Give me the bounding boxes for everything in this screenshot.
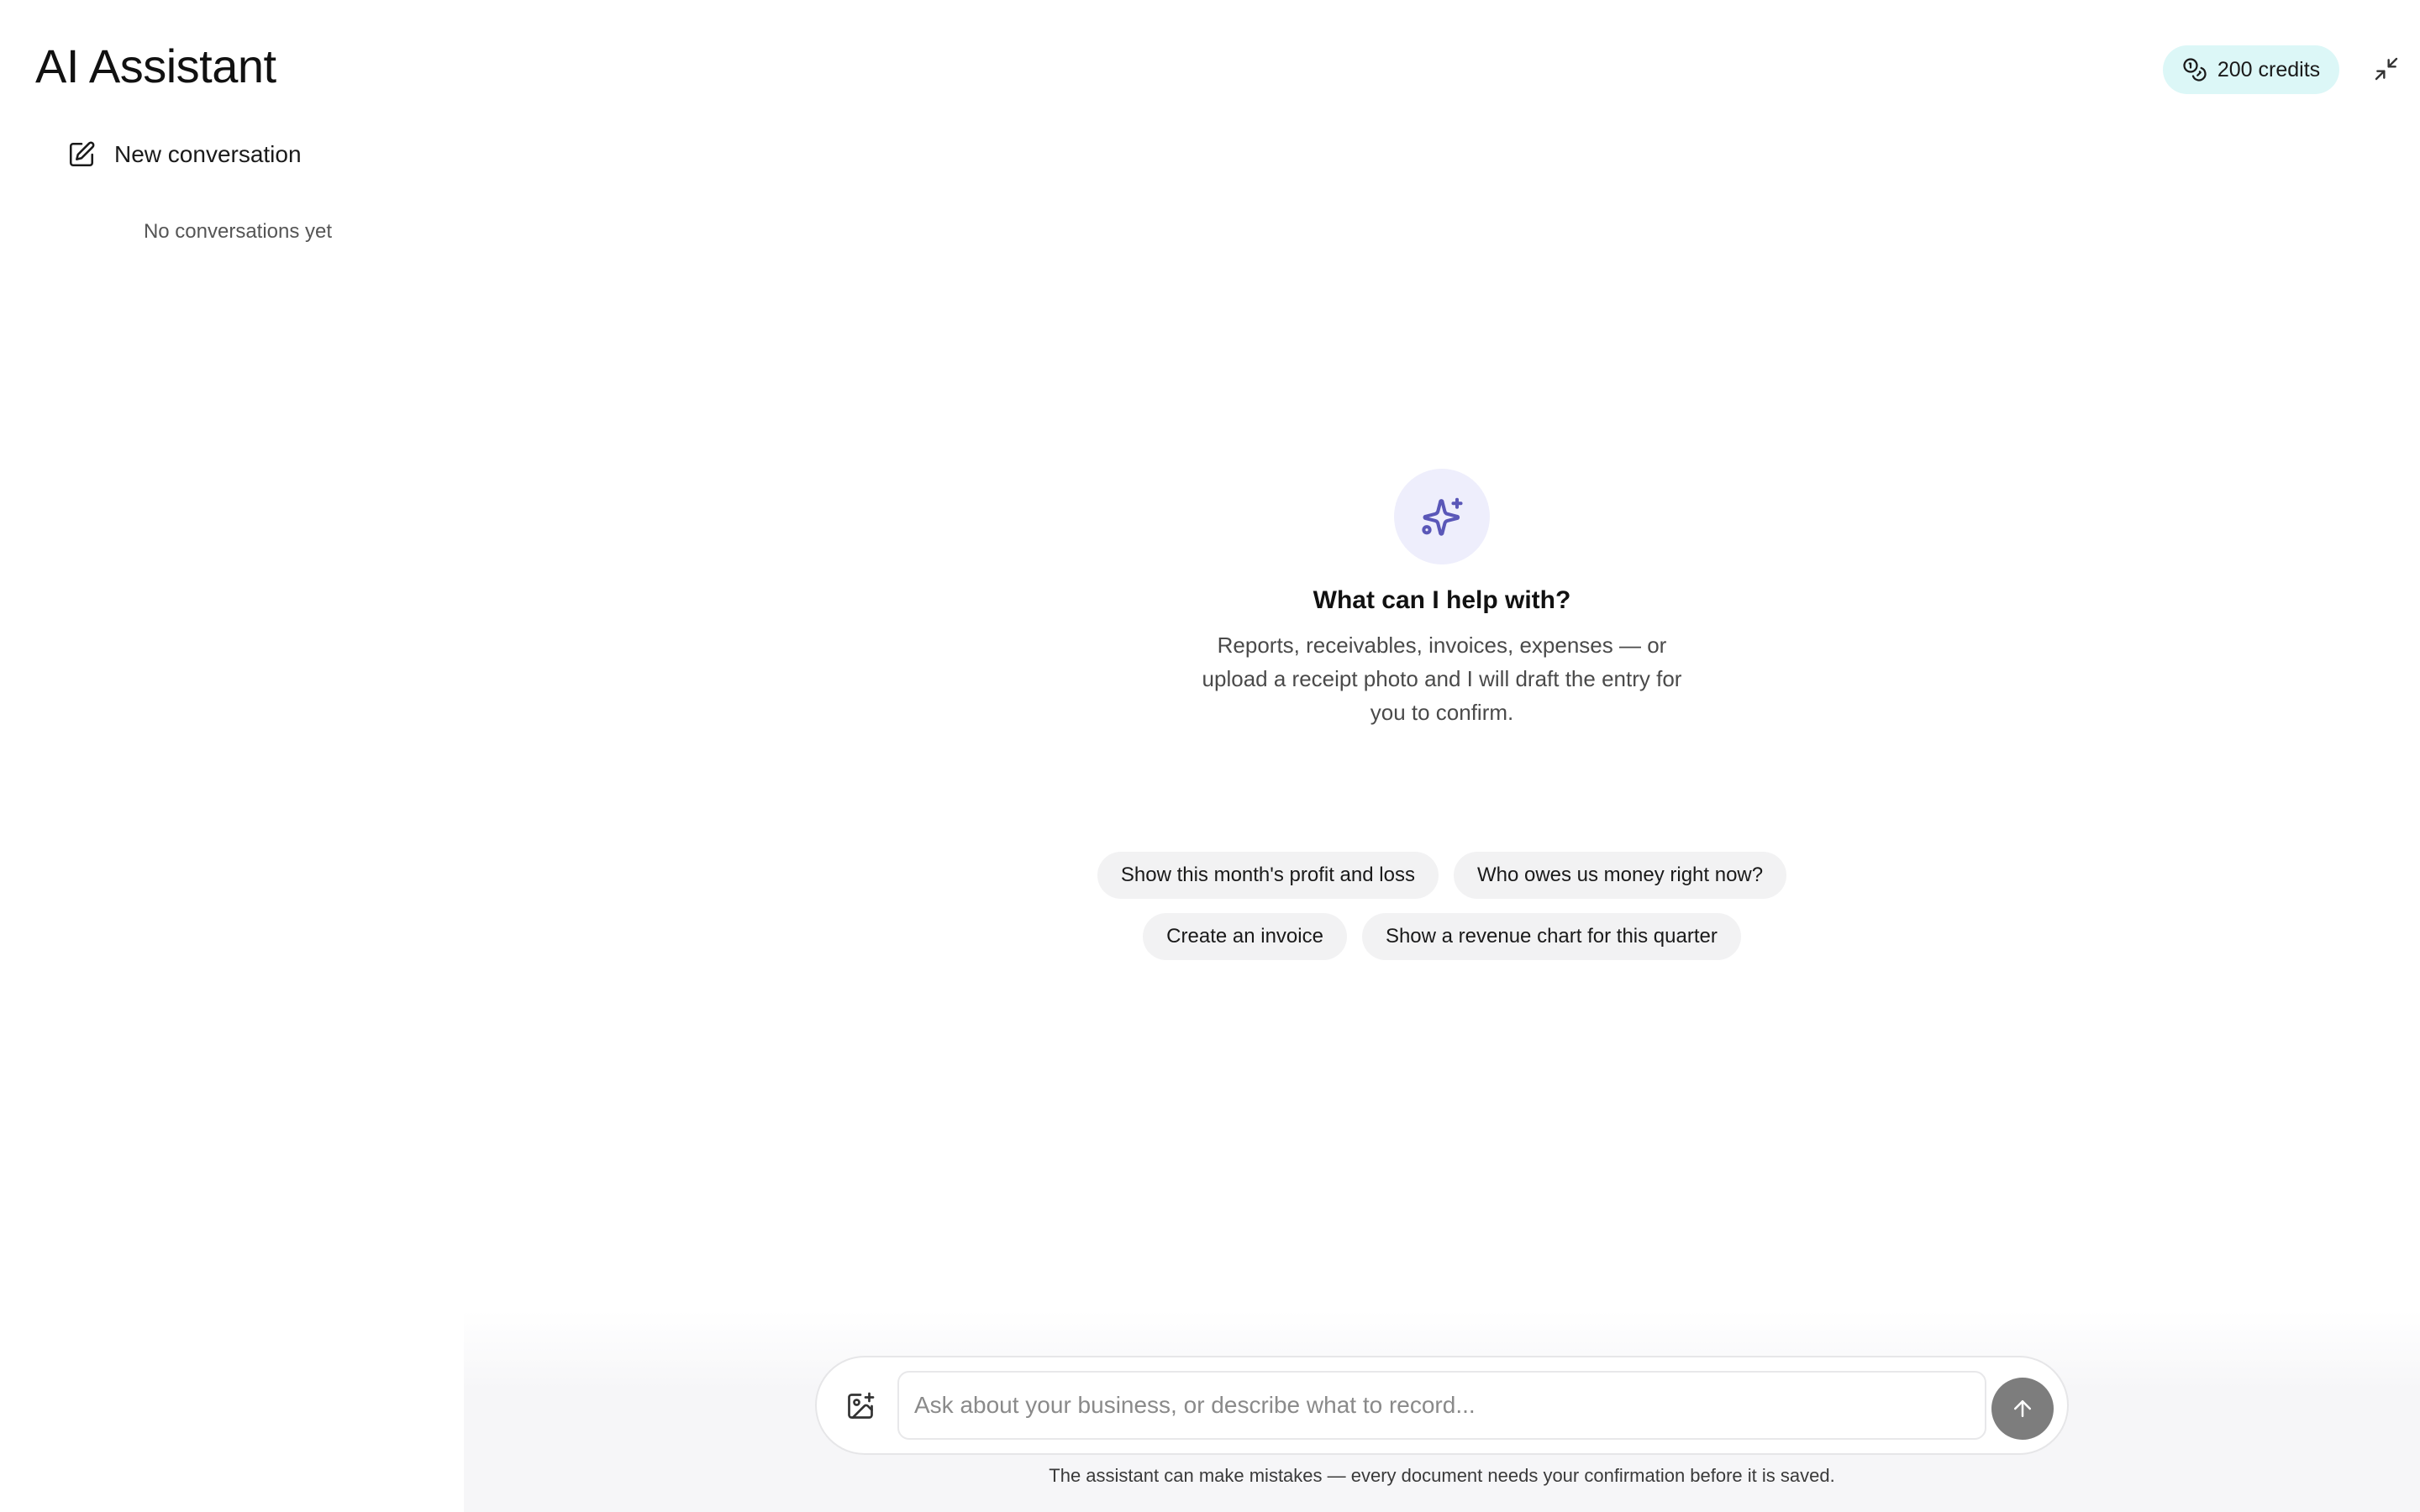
hero-subtitle: Reports, receivables, invoices, expenses…: [1202, 633, 1682, 725]
arrow-up-icon: [2010, 1396, 2035, 1421]
credits-label: 200 credits: [2217, 57, 2321, 81]
suggestions-row: Create an invoice Show a revenue chart f…: [1022, 913, 1862, 960]
minimize-icon: [2373, 55, 2400, 82]
coins-icon: [2182, 57, 2207, 82]
page-title: AI Assistant: [35, 39, 276, 92]
chat-input[interactable]: [897, 1371, 1986, 1440]
app-root: AI Assistant 200 credits New conversatio…: [0, 0, 2420, 1512]
credits-badge[interactable]: 200 credits: [2163, 45, 2339, 94]
send-button[interactable]: [1991, 1378, 2054, 1440]
suggestion-create-invoice[interactable]: Create an invoice: [1143, 913, 1347, 960]
upload-image-button[interactable]: [842, 1388, 879, 1425]
suggestion-profit-loss[interactable]: Show this month's profit and loss: [1097, 852, 1439, 899]
suggestions-row: Show this month's profit and loss Who ow…: [1022, 852, 1862, 899]
conversations-empty-state: No conversations yet: [143, 220, 333, 243]
new-conversation-button[interactable]: New conversation: [67, 134, 302, 175]
suggestion-who-owes[interactable]: Who owes us money right now?: [1453, 852, 1787, 899]
hero-title: What can I help with?: [1313, 586, 1571, 614]
image-plus-icon: [845, 1391, 876, 1421]
edit-icon: [67, 140, 96, 169]
sparkles-icon: [1419, 494, 1465, 539]
minimize-button[interactable]: [2371, 54, 2402, 84]
composer-disclaimer: The assistant can make mistakes — every …: [1049, 1465, 1835, 1486]
new-conversation-label: New conversation: [114, 141, 302, 167]
suggestion-revenue-chart[interactable]: Show a revenue chart for this quarter: [1361, 913, 1741, 960]
assistant-hero-badge: [1394, 469, 1490, 564]
